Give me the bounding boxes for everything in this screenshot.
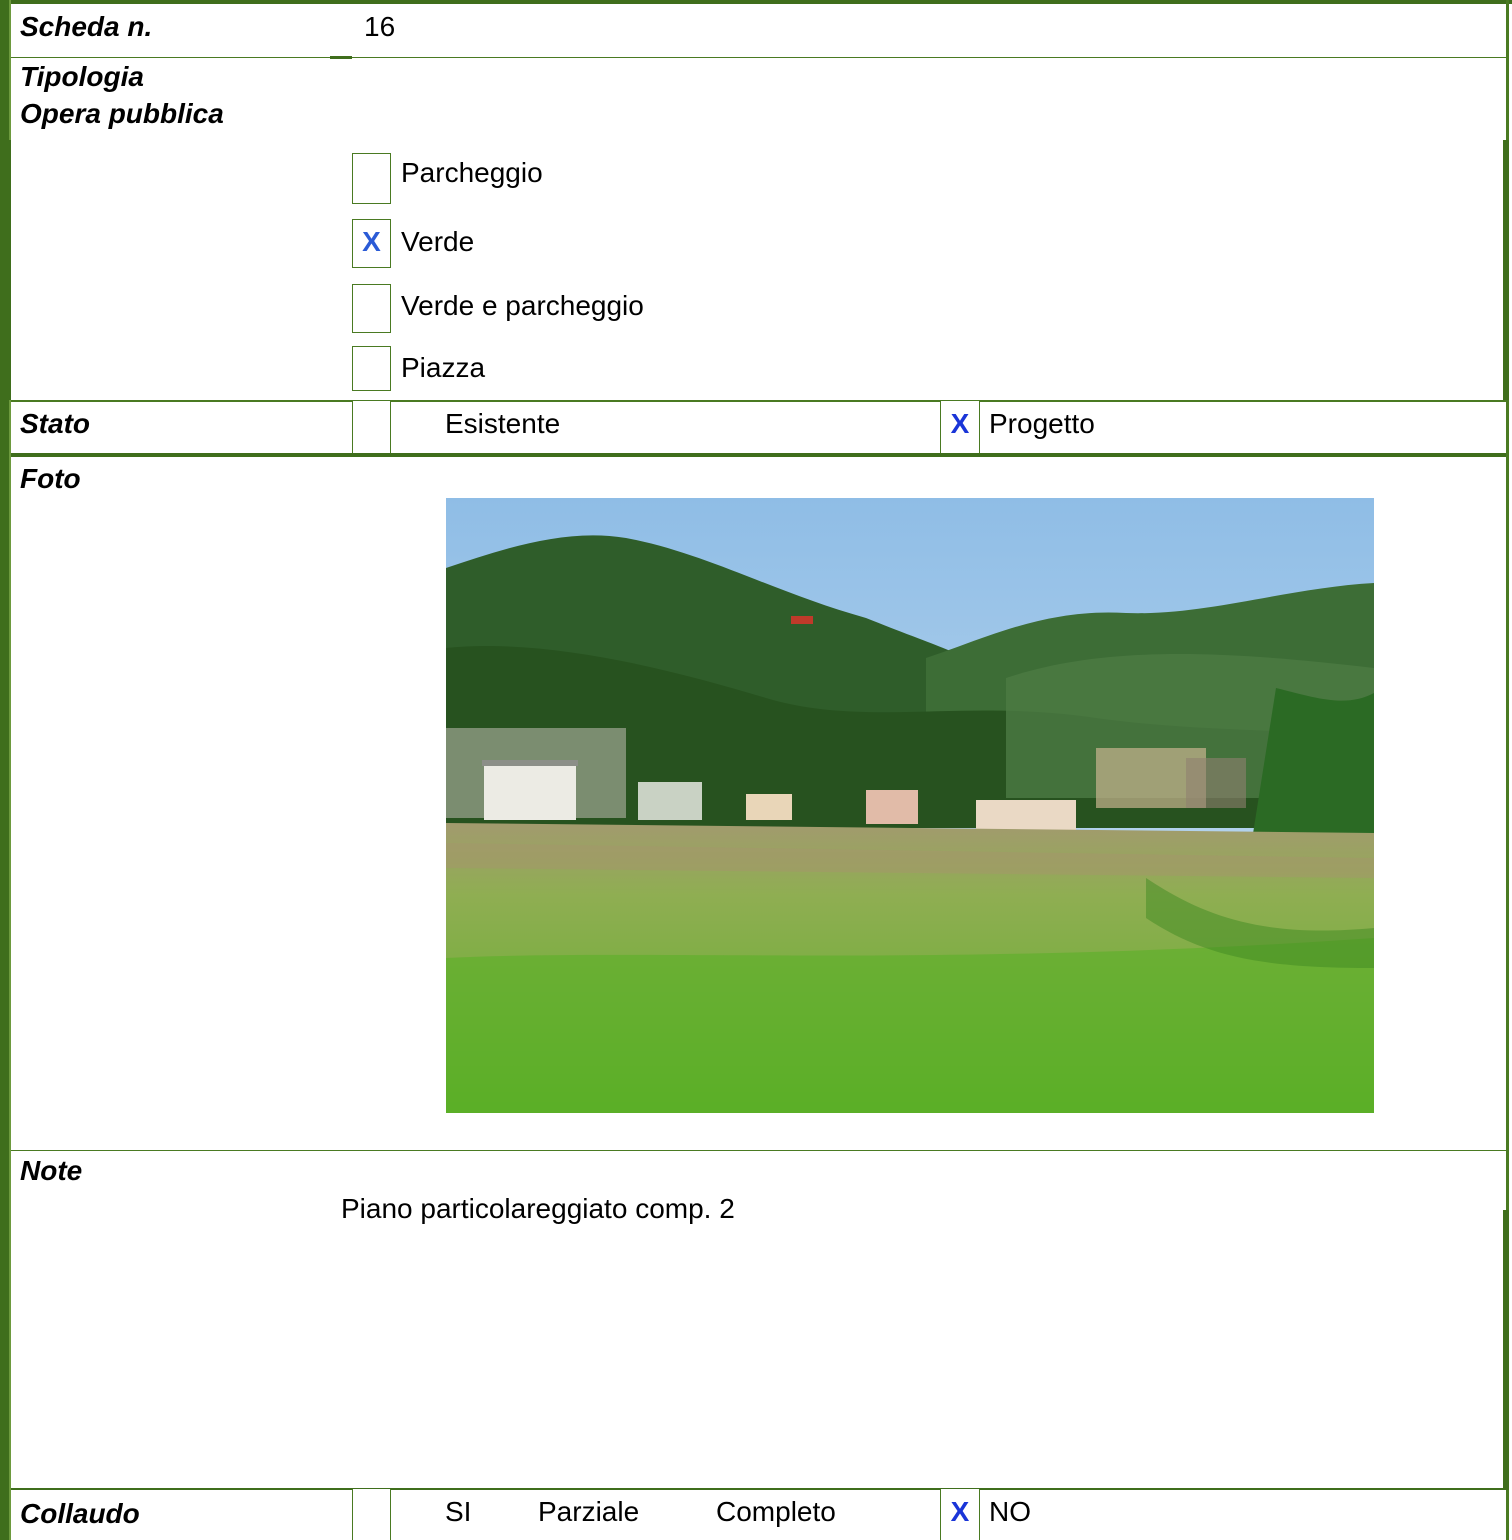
checkbox-verde-e-parcheggio[interactable] (352, 284, 391, 333)
collaudo-si-label: SI (445, 1496, 472, 1527)
checkbox-no-mark: X (950, 1496, 970, 1527)
tipologia-right-accent (1503, 140, 1509, 400)
tipologia-label: Tipologia (20, 61, 144, 92)
scheda-divider (333, 0, 355, 4)
checkbox-parcheggio[interactable] (352, 153, 391, 204)
frame-top-border (0, 0, 1512, 4)
note-right-accent (1503, 1210, 1509, 1490)
collaudo-parziale-label: Parziale (538, 1496, 640, 1527)
scheda-value: 16 (364, 11, 396, 42)
row-separator-stato-top (11, 400, 1506, 402)
stato-esistente-label: Esistente (445, 408, 561, 439)
option-verde-label: Verde (401, 226, 475, 257)
stato-progetto-label: Progetto (989, 408, 1095, 439)
option-parcheggio-label: Parcheggio (401, 157, 543, 188)
checkbox-piazza[interactable] (352, 346, 391, 391)
opera-pubblica-label: Opera pubblica (20, 98, 224, 129)
tipologia-left-accent (9, 140, 11, 400)
collaudo-label: Collaudo (20, 1498, 140, 1529)
option-piazza-label: Piazza (401, 352, 486, 383)
site-photo (446, 498, 1374, 1113)
row-separator-stato-bottom (11, 453, 1506, 457)
checkbox-progetto-mark: X (950, 408, 970, 439)
checkbox-esistente[interactable] (352, 401, 391, 455)
checkbox-verde-mark: X (362, 226, 381, 257)
option-verde-e-parcheggio-label: Verde e parcheggio (401, 290, 644, 321)
row-separator-collaudo-top (11, 1488, 1506, 1490)
stato-label: Stato (20, 408, 90, 439)
scheda-sep-accent (330, 56, 352, 59)
row-separator-scheda (11, 57, 1506, 58)
note-text: Piano particolareggiato comp. 2 (341, 1193, 735, 1224)
row-separator-foto-bottom (11, 1150, 1506, 1151)
checkbox-si[interactable] (352, 1489, 391, 1540)
note-label: Note (20, 1155, 83, 1186)
foto-label: Foto (20, 463, 81, 494)
scheda-label: Scheda n. (20, 11, 153, 42)
frame-left-border (0, 0, 9, 1540)
collaudo-completo-label: Completo (716, 1496, 836, 1527)
collaudo-no-label: NO (989, 1496, 1031, 1527)
